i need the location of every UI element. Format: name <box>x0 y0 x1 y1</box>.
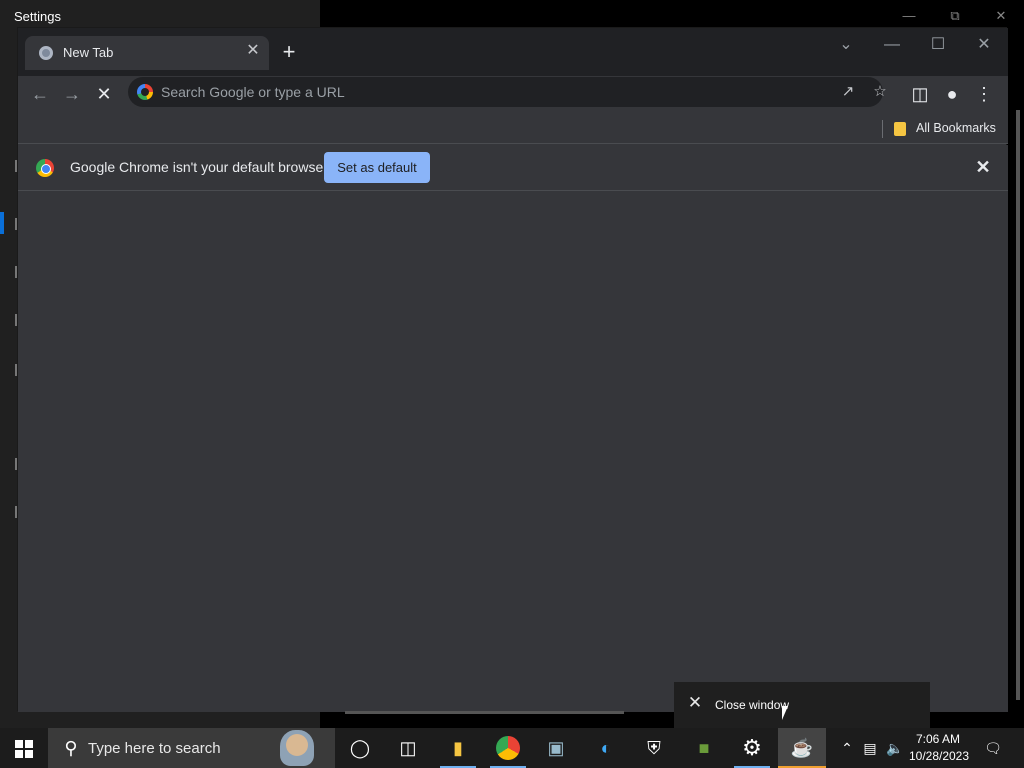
window-preview-edge <box>345 711 624 714</box>
share-icon[interactable]: ↗ <box>836 80 860 104</box>
close-window-menu-item[interactable]: ✕ Close window <box>674 682 930 728</box>
task-view-icon[interactable]: ◫ <box>384 728 432 768</box>
tab-new-tab[interactable]: New Tab ✕ <box>25 36 269 70</box>
settings-window-title: Settings <box>14 9 61 24</box>
tab-close-icon[interactable]: ✕ <box>243 41 263 61</box>
volume-muted-icon[interactable]: 🔈 <box>884 728 906 768</box>
taskbar: ⚲ Type here to search ◯ ◫ ▮ ▣ ◐ ⛨ ■ ⚙ ☕ … <box>0 728 1024 768</box>
app-cube-icon[interactable]: ▣ <box>532 728 580 768</box>
tab-title: New Tab <box>63 45 114 60</box>
chrome-window: New Tab ✕ + ⌄ — ☐ ✕ ← → ✕ Search Google … <box>17 27 1008 712</box>
settings-close-button[interactable]: ✕ <box>978 6 1024 26</box>
back-button[interactable]: ← <box>26 80 54 108</box>
tab-loading-icon <box>39 46 53 60</box>
settings-restore-button[interactable]: ⧉ <box>932 6 978 26</box>
close-icon: ✕ <box>687 693 703 712</box>
omnibox-placeholder: Search Google or type a URL <box>161 84 345 100</box>
profile-icon[interactable]: ● <box>938 80 966 108</box>
taskbar-search-box[interactable]: ⚲ Type here to search <box>48 728 335 768</box>
close-button[interactable]: ✕ <box>962 32 1006 58</box>
bookmarks-bar: All Bookmarks <box>18 114 1008 144</box>
minimize-button[interactable]: — <box>870 32 914 58</box>
chrome-taskbar-icon[interactable] <box>484 728 532 768</box>
side-panel-icon[interactable]: ◫ <box>906 80 934 108</box>
notification-icon[interactable]: 🗨 <box>978 728 1008 768</box>
default-browser-infobar: Google Chrome isn't your default browser… <box>18 145 1008 191</box>
infobar-message: Google Chrome isn't your default browser <box>70 159 328 175</box>
new-tab-button[interactable]: + <box>276 40 302 66</box>
clock-date[interactable]: 10/28/2023 <box>906 749 972 763</box>
set-as-default-button[interactable]: Set as default <box>324 152 430 183</box>
search-highlight-image <box>280 730 314 766</box>
toolbar: ← → ✕ Search Google or type a URL ↗ ☆ ◫ … <box>18 76 1008 114</box>
mouse-cursor <box>782 706 788 720</box>
java-app-icon[interactable]: ☕ <box>778 728 826 768</box>
omnibox[interactable]: Search Google or type a URL ↗ ☆ <box>128 77 887 107</box>
settings-scrollbar[interactable] <box>1016 110 1020 700</box>
tab-strip: New Tab ✕ + ⌄ — ☐ ✕ <box>18 28 1008 76</box>
menu-icon[interactable]: ⋮ <box>970 80 998 108</box>
show-hidden-icons-chevron-icon[interactable]: ⌃ <box>838 728 856 768</box>
google-icon <box>137 84 153 100</box>
windows-logo-icon <box>15 740 23 748</box>
page-content <box>18 191 1008 712</box>
settings-minimize-button[interactable]: — <box>886 6 932 26</box>
start-button[interactable] <box>0 728 48 768</box>
bookmark-star-icon[interactable]: ☆ <box>868 80 892 104</box>
folder-icon <box>894 122 906 136</box>
search-icon: ⚲ <box>64 738 78 758</box>
file-explorer-icon[interactable]: ▮ <box>434 728 482 768</box>
security-shield-icon[interactable]: ⛨ <box>630 728 678 768</box>
close-window-label: Close window <box>715 698 790 712</box>
minecraft-icon[interactable]: ■ <box>680 728 728 768</box>
forward-button[interactable]: → <box>58 80 86 108</box>
edge-icon[interactable]: ◐ <box>582 728 630 768</box>
bookmarks-separator <box>882 120 883 138</box>
tab-search-button[interactable]: ⌄ <box>824 32 868 58</box>
cortana-icon[interactable]: ◯ <box>336 728 384 768</box>
stop-loading-button[interactable]: ✕ <box>90 80 118 108</box>
search-placeholder: Type here to search <box>88 740 221 757</box>
settings-gear-icon[interactable]: ⚙ <box>728 728 776 768</box>
network-icon[interactable]: ▤ <box>860 728 880 768</box>
chrome-icon <box>36 159 54 177</box>
settings-selected-indicator <box>0 212 4 234</box>
all-bookmarks-button[interactable]: All Bookmarks <box>916 121 996 135</box>
clock-time[interactable]: 7:06 AM <box>912 732 964 746</box>
infobar-close-icon[interactable]: ✕ <box>973 157 993 177</box>
maximize-button[interactable]: ☐ <box>916 32 960 58</box>
